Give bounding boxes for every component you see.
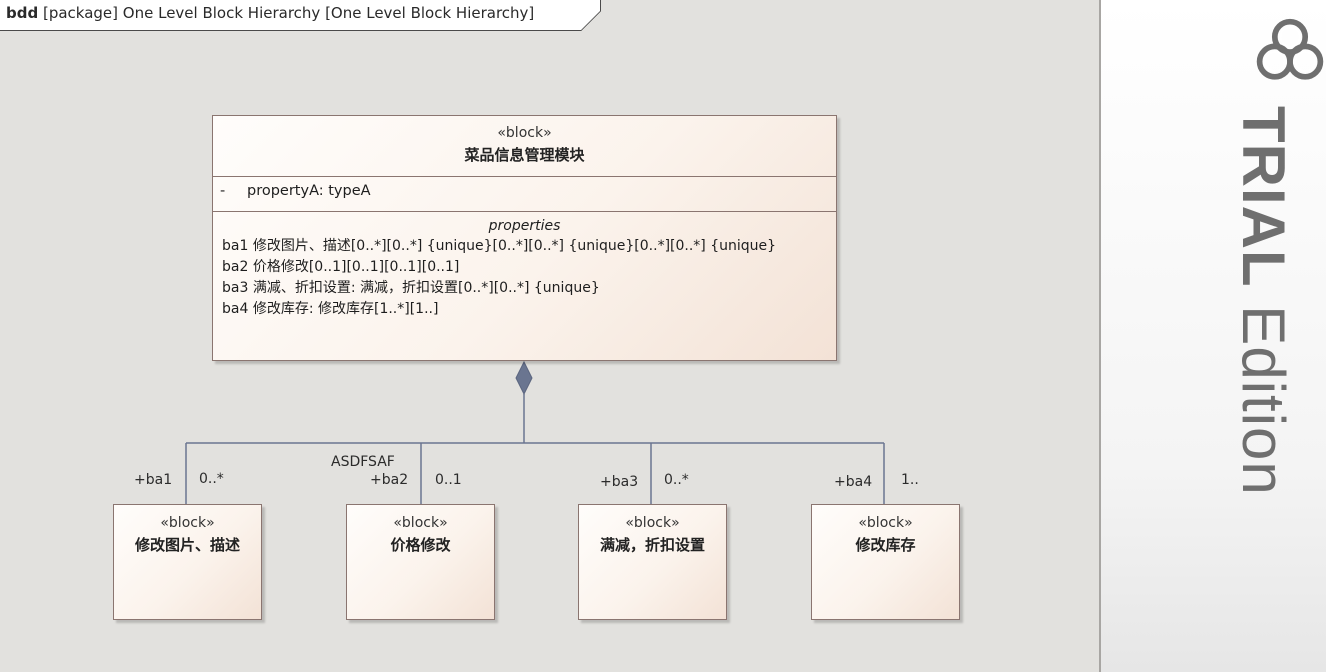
block-name: 菜品信息管理模块 — [464, 146, 585, 164]
property-ba4[interactable]: ba4 修改库存: 修改库存[1..*][1..] — [222, 300, 836, 318]
role-label-ba1[interactable]: +ba1 — [134, 472, 172, 488]
properties-title: properties — [488, 218, 561, 234]
watermark-bold: TRIAL — [1230, 106, 1297, 288]
block-price-edit[interactable]: «block» 价格修改 — [346, 504, 495, 620]
block-name: 价格修改 — [390, 536, 451, 554]
property-ba3[interactable]: ba3 满减、折扣设置: 满减，折扣设置[0..*][0..*] {unique… — [222, 279, 836, 297]
multiplicity-ba1[interactable]: 0..* — [199, 471, 224, 487]
attribute-visibility: - — [220, 183, 226, 199]
attribute-propertyA[interactable]: propertyA: typeA — [247, 183, 371, 199]
multiplicity-ba4[interactable]: 1.. — [901, 472, 919, 488]
multiplicity-ba3[interactable]: 0..* — [664, 472, 689, 488]
block-stereotype: «block» — [858, 515, 913, 531]
properties-compartment[interactable]: properties ba1 修改图片、描述[0..*][0..*] {uniq… — [213, 212, 836, 318]
block-stereotype: «block» — [497, 125, 552, 141]
trial-edition-watermark: TRIAL Edition — [1230, 106, 1297, 496]
multiplicity-ba2[interactable]: 0..1 — [435, 472, 462, 488]
property-ba2[interactable]: ba2 价格修改[0..1][0..1][0..1][0..1] — [222, 258, 836, 276]
block-name: 修改库存 — [855, 536, 916, 554]
block-edit-stock[interactable]: «block» 修改库存 — [811, 504, 960, 620]
composition-diamond-icon — [515, 360, 533, 396]
block-stereotype: «block» — [625, 515, 680, 531]
attribute-compartment[interactable]: - propertyA: typeA — [213, 177, 836, 212]
block-edit-image-description[interactable]: «block» 修改图片、描述 — [113, 504, 262, 620]
block-name: 满减，折扣设置 — [599, 536, 705, 554]
block-name: 修改图片、描述 — [134, 536, 240, 554]
block-stereotype: «block» — [160, 515, 215, 531]
block-discount-settings[interactable]: «block» 满减，折扣设置 — [578, 504, 727, 620]
trial-logo-icon — [1256, 18, 1324, 80]
role-label-ba4[interactable]: +ba4 — [834, 474, 872, 490]
association-label[interactable]: ASDFSAF — [331, 454, 395, 470]
block-menu-info-management[interactable]: «block» 菜品信息管理模块 - propertyA: typeA prop… — [212, 115, 837, 361]
role-label-ba3[interactable]: +ba3 — [600, 474, 638, 490]
block-stereotype: «block» — [393, 515, 448, 531]
role-label-ba2[interactable]: +ba2 — [370, 472, 408, 488]
block-header: «block» 菜品信息管理模块 — [213, 116, 836, 177]
property-ba1[interactable]: ba1 修改图片、描述[0..*][0..*] {unique}[0..*][0… — [222, 237, 836, 255]
watermark-rest: Edition — [1230, 287, 1297, 496]
